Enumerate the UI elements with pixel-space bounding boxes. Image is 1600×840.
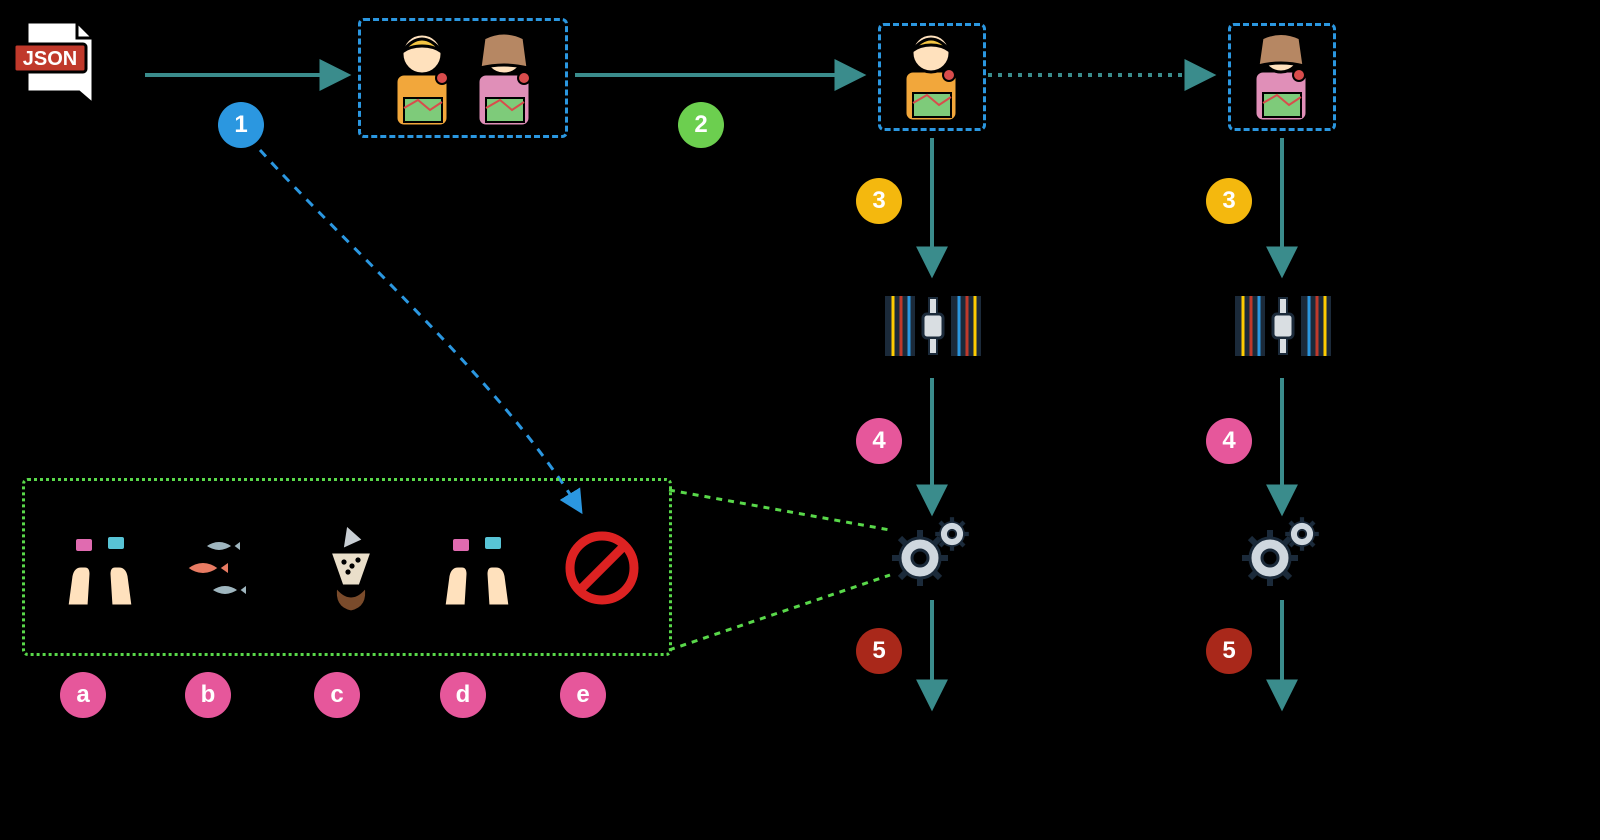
detail-option-e (552, 528, 652, 608)
json-file-icon: JSON (12, 18, 102, 110)
male-cartographer-box (878, 23, 986, 131)
step-badge-1: 1 (218, 102, 264, 148)
gears-icon-right (1240, 512, 1326, 592)
coffee-filter-icon (306, 518, 396, 618)
detail-option-a (50, 520, 150, 616)
female-cartographer-box (1228, 23, 1336, 131)
step-badge-4-right: 4 (1206, 418, 1252, 464)
hands-tools-icon (57, 520, 143, 616)
satellite-icon-left (878, 278, 988, 374)
detail-badge-c: c (314, 672, 360, 718)
gears-icon-left (890, 512, 976, 592)
step-badge-5-right: 5 (1206, 628, 1252, 674)
detail-options-row (33, 485, 669, 650)
step-badge-5-left: 5 (856, 628, 902, 674)
female-cartographer-icon (1239, 29, 1325, 125)
cartographer-pair-icon (368, 24, 558, 132)
step-badge-2: 2 (678, 102, 724, 148)
detail-option-c (301, 518, 401, 618)
detail-connector-bottom (669, 575, 890, 650)
detail-badge-b: b (185, 672, 231, 718)
satellite-icon-right (1228, 278, 1338, 374)
detail-option-d (427, 520, 527, 616)
detail-badge-d: d (440, 672, 486, 718)
detail-badge-a: a (60, 672, 106, 718)
detail-connector-top (669, 490, 890, 530)
hands-tools-icon-2 (434, 520, 520, 616)
cartographer-pair-box (358, 18, 568, 138)
no-entry-icon (562, 528, 642, 608)
fish-shoal-icon (177, 528, 273, 608)
step-badge-4-left: 4 (856, 418, 902, 464)
detail-expansion-pointer (260, 150, 580, 510)
step-badge-3-right: 3 (1206, 178, 1252, 224)
male-cartographer-icon (889, 29, 975, 125)
step-badge-3-left: 3 (856, 178, 902, 224)
detail-option-b (175, 528, 275, 608)
detail-badge-e: e (560, 672, 606, 718)
json-file-label: JSON (23, 48, 77, 70)
